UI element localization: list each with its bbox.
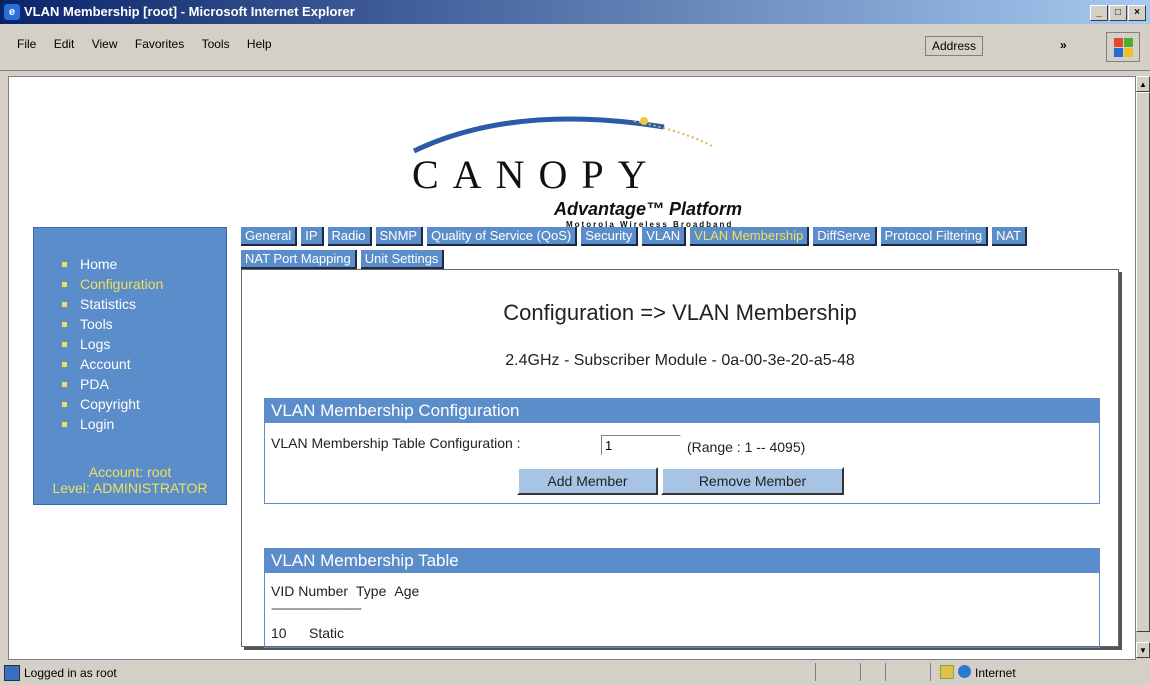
canopy-logo: CANOPY Advantage™ Platform Motorola Wire… bbox=[394, 107, 754, 229]
account-level: Level: ADMINISTRATOR bbox=[52, 480, 208, 496]
menu-tools[interactable]: Tools bbox=[202, 37, 230, 51]
status-divider bbox=[815, 663, 816, 681]
tab-qos[interactable]: Quality of Service (QoS) bbox=[427, 227, 578, 246]
vlan-range-hint: (Range : 1 -- 4095) bbox=[687, 439, 806, 455]
menu-file[interactable]: File bbox=[17, 37, 36, 51]
vertical-scrollbar[interactable]: ▲ ▼ bbox=[1136, 76, 1150, 658]
content-panel: Configuration => VLAN Membership 2.4GHz … bbox=[241, 269, 1119, 648]
status-divider bbox=[885, 663, 886, 681]
column-header: Type bbox=[356, 583, 387, 599]
column-header: VID Number bbox=[271, 583, 349, 599]
tab-ip[interactable]: IP bbox=[301, 227, 324, 246]
menu-view[interactable]: View bbox=[92, 37, 118, 51]
status-bar: Logged in as root Internet bbox=[0, 660, 1150, 685]
security-zone: Internet bbox=[975, 666, 1016, 680]
ie-icon: e bbox=[4, 4, 20, 20]
maximize-icon[interactable]: □ bbox=[1109, 5, 1127, 21]
minimize-icon[interactable]: _ bbox=[1090, 5, 1108, 21]
menu-edit[interactable]: Edit bbox=[54, 37, 75, 51]
tab-general[interactable]: General bbox=[241, 227, 298, 246]
sidebar-item-tools[interactable]: Tools bbox=[58, 314, 163, 334]
address-bar-label[interactable]: Address bbox=[925, 36, 984, 56]
sidebar-nav: Home Configuration Statistics Tools Logs… bbox=[33, 227, 227, 505]
scroll-down-icon[interactable]: ▼ bbox=[1136, 642, 1150, 658]
table-row: 10 Static bbox=[271, 625, 344, 641]
vlan-table-config-label: VLAN Membership Table Configuration : bbox=[271, 435, 521, 451]
scroll-thumb[interactable] bbox=[1136, 92, 1150, 632]
tab-unit-settings[interactable]: Unit Settings bbox=[360, 250, 445, 269]
sidebar-item-copyright[interactable]: Copyright bbox=[58, 394, 163, 414]
tab-radio[interactable]: Radio bbox=[327, 227, 372, 246]
sidebar-item-account[interactable]: Account bbox=[58, 354, 163, 374]
browser-viewport: CANOPY Advantage™ Platform Motorola Wire… bbox=[8, 76, 1136, 660]
menu-bar: File Edit View Favorites Tools Help Addr… bbox=[0, 24, 1150, 71]
table-header: VID Number Type Age bbox=[271, 583, 427, 599]
close-icon[interactable]: × bbox=[1128, 5, 1146, 21]
page-icon bbox=[4, 665, 20, 681]
remove-member-button[interactable]: Remove Member bbox=[661, 467, 844, 495]
vlan-id-input[interactable] bbox=[601, 435, 681, 455]
vlan-membership-config-section: VLAN Membership Configuration VLAN Membe… bbox=[264, 398, 1100, 504]
add-member-button[interactable]: Add Member bbox=[517, 467, 658, 495]
type-cell: Static bbox=[309, 625, 345, 641]
status-divider bbox=[930, 663, 931, 681]
tab-diffserve[interactable]: DiffServe bbox=[813, 227, 877, 246]
window-title: VLAN Membership [root] - Microsoft Inter… bbox=[24, 4, 355, 19]
tab-vlan[interactable]: VLAN bbox=[642, 227, 687, 246]
sidebar-item-logs[interactable]: Logs bbox=[58, 334, 163, 354]
logo-wordmark: CANOPY bbox=[412, 152, 661, 197]
account-name: Account: root bbox=[88, 464, 172, 480]
windows-logo-icon bbox=[1106, 32, 1140, 62]
menu-favorites[interactable]: Favorites bbox=[135, 37, 184, 51]
internet-zone-icon bbox=[958, 665, 971, 678]
vlan-membership-table-section: VLAN Membership Table VID Number Type Age … bbox=[264, 548, 1100, 648]
sidebar-item-pda[interactable]: PDA bbox=[58, 374, 163, 394]
status-divider bbox=[860, 663, 861, 681]
sidebar-item-statistics[interactable]: Statistics bbox=[58, 294, 163, 314]
table-divider: ------------------------------ bbox=[271, 601, 362, 615]
window-title-bar: e VLAN Membership [root] - Microsoft Int… bbox=[0, 0, 1150, 24]
tab-vlan-membership[interactable]: VLAN Membership bbox=[690, 227, 810, 246]
tab-protocol-filtering[interactable]: Protocol Filtering bbox=[880, 227, 989, 246]
tab-security[interactable]: Security bbox=[581, 227, 639, 246]
sidebar-item-configuration[interactable]: Configuration bbox=[58, 274, 163, 294]
device-subtitle: 2.4GHz - Subscriber Module - 0a-00-3e-20… bbox=[505, 352, 855, 369]
section-title: VLAN Membership Configuration bbox=[265, 399, 1099, 423]
column-header: Age bbox=[394, 583, 420, 599]
status-text: Logged in as root bbox=[24, 666, 117, 680]
account-info: Account: root Level: ADMINISTRATOR bbox=[34, 464, 226, 496]
menu-help[interactable]: Help bbox=[247, 37, 272, 51]
scroll-up-icon[interactable]: ▲ bbox=[1136, 76, 1150, 92]
tab-nat[interactable]: NAT bbox=[992, 227, 1028, 246]
window-controls: _ □ × bbox=[1089, 3, 1146, 21]
toolbar-overflow-chevron[interactable]: » bbox=[1060, 38, 1067, 52]
sidebar-item-home[interactable]: Home bbox=[58, 254, 163, 274]
config-tabs: General IP Radio SNMP Quality of Service (Qo… bbox=[241, 227, 1121, 273]
lock-icon bbox=[940, 665, 954, 679]
logo-platform: Advantage™ Platform bbox=[554, 199, 743, 219]
tab-nat-port-mapping[interactable]: NAT Port Mapping bbox=[241, 250, 357, 269]
vid-cell: 10 bbox=[271, 625, 287, 641]
tab-snmp[interactable]: SNMP bbox=[375, 227, 424, 246]
sidebar-item-login[interactable]: Login bbox=[58, 414, 163, 434]
section-title: VLAN Membership Table bbox=[265, 549, 1099, 573]
page-title: Configuration => VLAN Membership bbox=[503, 300, 857, 325]
